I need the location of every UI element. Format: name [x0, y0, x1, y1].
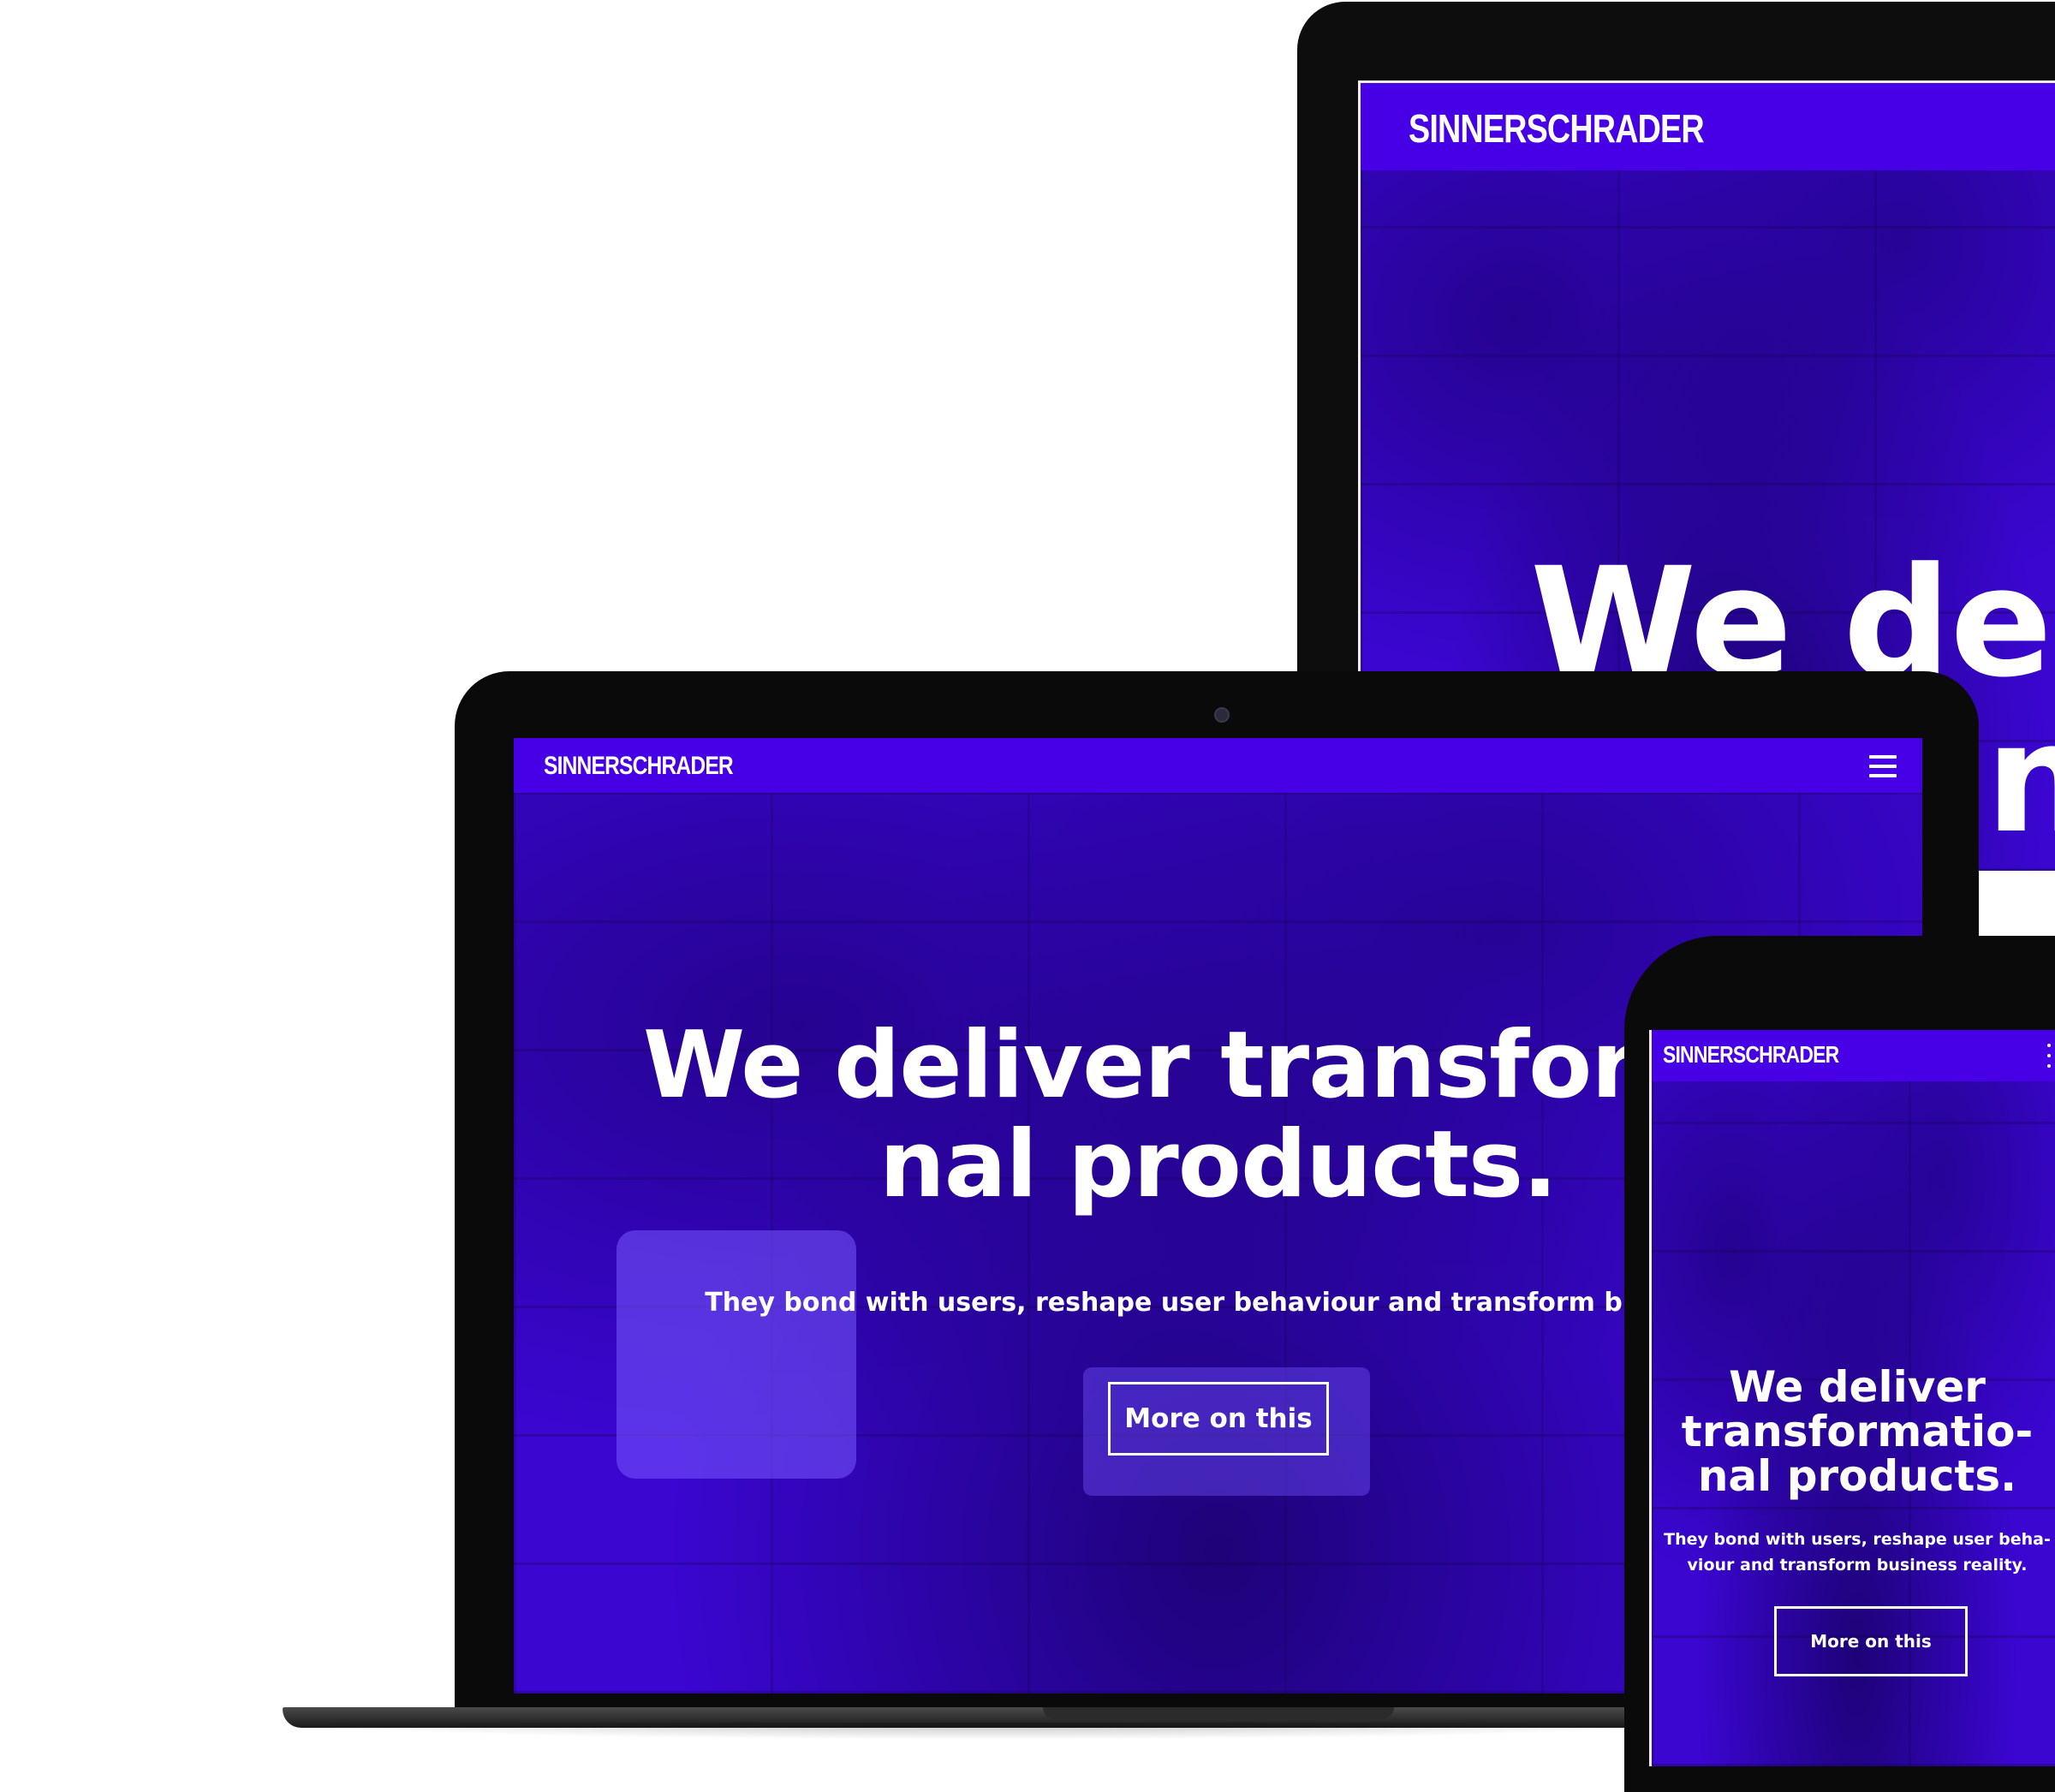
- phone-more-on-this-button[interactable]: More on this: [1774, 1606, 1968, 1676]
- kebab-menu-icon[interactable]: [2047, 1044, 2051, 1068]
- phone-logo[interactable]: SINNERSCHRADER: [1663, 1041, 1839, 1069]
- phone-headline-line3: nal products.: [1697, 1451, 2017, 1501]
- monitor-logo[interactable]: SINNERSCHRADER: [1409, 105, 1705, 152]
- laptop-header: SINNERSCHRADER: [514, 738, 1922, 793]
- laptop-camera: [1214, 707, 1230, 723]
- phone-headline-line1: We deliver: [1729, 1362, 1986, 1412]
- phone-headline-line2: transformatio-: [1681, 1407, 2034, 1456]
- monitor-header: SINNERSCHRADER: [1361, 83, 2055, 170]
- laptop-more-on-this-button[interactable]: More on this: [1108, 1382, 1329, 1456]
- phone-header: SINNERSCHRADER: [1652, 1030, 2055, 1081]
- phone-subline-line2: viour and transform business reality.: [1687, 1556, 2028, 1575]
- phone-screen: SINNERSCHRADER We deliver transformatio-…: [1649, 1030, 2055, 1766]
- laptop-shadow: [283, 1723, 1704, 1740]
- lounge-chair-graphic: [616, 1230, 856, 1479]
- hamburger-menu-icon[interactable]: [1869, 755, 1897, 777]
- phone-subline-line1: They bond with users, reshape user beha-: [1664, 1530, 2051, 1549]
- laptop-notch: [1043, 1707, 1394, 1719]
- laptop-logo[interactable]: SINNERSCHRADER: [544, 752, 734, 781]
- monitor-headline-line2: n: [1986, 691, 2055, 866]
